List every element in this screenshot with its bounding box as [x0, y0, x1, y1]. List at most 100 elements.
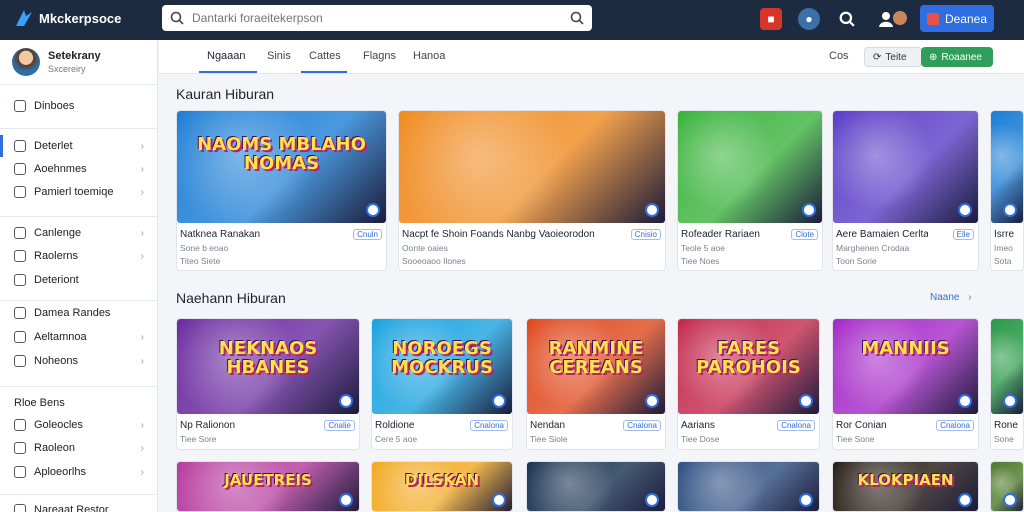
game-card[interactable]: Rone Sone — [990, 318, 1024, 450]
game-thumbnail[interactable] — [399, 111, 665, 223]
game-title[interactable]: Np Ralionon — [180, 420, 309, 431]
game-card[interactable]: FARES PAROHOIS Aarians Cnalona Tiee Dose — [677, 318, 820, 450]
game-thumbnail[interactable] — [678, 111, 822, 223]
play-icon[interactable] — [645, 394, 659, 408]
primary-pill[interactable]: ⊕ Roaanee — [921, 47, 993, 67]
play-icon[interactable] — [1003, 493, 1017, 507]
play-icon[interactable] — [645, 203, 659, 217]
sidebar-divider — [0, 216, 158, 217]
game-thumbnail[interactable] — [991, 462, 1023, 511]
game-title[interactable]: Rone — [994, 420, 1020, 431]
user-menu-icon[interactable] — [876, 8, 910, 30]
play-icon[interactable] — [958, 394, 972, 408]
game-card[interactable]: MANNIIS Ror Conian Cnalona Tiee Sone — [832, 318, 979, 450]
sidebar-item-icon — [14, 307, 26, 319]
game-card[interactable]: NOROEGS MOCKRUS Roldione Cnalona Cere 5 aoe — [371, 318, 513, 450]
notification-icon[interactable]: ■ — [760, 8, 782, 30]
sidebar-item-1[interactable]: Deterlet › — [0, 135, 158, 157]
app-logo[interactable]: Mkckerpsoce — [14, 8, 121, 28]
play-icon[interactable] — [802, 203, 816, 217]
game-thumbnail[interactable] — [678, 462, 819, 511]
tab-2[interactable]: Cattes — [309, 50, 341, 62]
tab-4[interactable]: Hanoa — [413, 50, 445, 62]
play-icon[interactable] — [1003, 203, 1017, 217]
game-title[interactable]: Roldione — [375, 420, 462, 431]
thumbnail-title: NAOMS MBLAHO NOMAS — [197, 133, 366, 174]
toolbar-text[interactable]: Cos — [829, 50, 849, 62]
play-icon[interactable] — [645, 493, 659, 507]
game-title[interactable]: Aarians — [681, 420, 769, 431]
game-thumbnail[interactable] — [527, 462, 665, 511]
play-icon[interactable] — [366, 203, 380, 217]
play-icon[interactable] — [958, 203, 972, 217]
game-card[interactable]: NEKNAOS HBANES Np Ralionon Cnalie Tiee Sore — [176, 318, 360, 450]
game-title[interactable]: Isrre — [994, 229, 1020, 240]
game-card[interactable] — [677, 461, 820, 512]
sidebar-item-9[interactable]: Noheons › — [0, 350, 158, 372]
play-icon[interactable] — [799, 394, 813, 408]
profile-card[interactable]: Setekrany Sxcereiry — [12, 48, 101, 76]
game-title[interactable]: Aere Bamaien Cerltan — [836, 229, 928, 240]
sidebar-item-8[interactable]: Aeltamnoa › — [0, 326, 158, 348]
game-thumbnail[interactable]: JAUETREIS — [177, 462, 359, 511]
play-icon[interactable] — [339, 394, 353, 408]
game-thumbnail[interactable]: NAOMS MBLAHO NOMAS — [177, 111, 386, 223]
tab-0[interactable]: Ngaaan — [207, 50, 246, 62]
play-icon[interactable] — [799, 493, 813, 507]
game-card[interactable]: NAOMS MBLAHO NOMAS Natknea Ranakan Cnuln So… — [176, 110, 387, 271]
tab-3[interactable]: Flagns — [363, 50, 396, 62]
game-card[interactable] — [526, 461, 666, 512]
game-thumbnail[interactable]: KLOKPIAEN — [833, 462, 978, 511]
search-bar[interactable] — [162, 5, 592, 31]
sidebar-item-13[interactable]: Aploeorlhs › — [0, 461, 158, 483]
game-thumbnail[interactable]: DILSKAN — [372, 462, 512, 511]
sidebar-item-11[interactable]: Goleocles › — [0, 414, 158, 436]
game-thumbnail[interactable]: FARES PAROHOIS — [678, 319, 819, 414]
game-card[interactable]: DILSKAN — [371, 461, 513, 512]
game-card[interactable]: KLOKPIAEN — [832, 461, 979, 512]
game-thumbnail[interactable]: NEKNAOS HBANES — [177, 319, 359, 414]
game-title[interactable]: Nendan — [530, 420, 615, 431]
tab-1[interactable]: Sinis — [267, 50, 291, 62]
top-action-button[interactable]: Deanea — [920, 5, 994, 32]
play-icon[interactable] — [492, 394, 506, 408]
game-card[interactable]: RANMINE CEREANS Nendan Cnalona Tiee Siole — [526, 318, 666, 450]
filter-pill[interactable]: ⟳ Teite — [864, 47, 922, 67]
search-top-icon[interactable] — [836, 8, 858, 30]
sidebar-item-10[interactable]: Rloe Bens — [0, 392, 158, 414]
game-title[interactable]: Nacpt fe Shoin Foands Nanbg Vaoieorodon — [402, 229, 615, 240]
game-card[interactable] — [990, 461, 1024, 512]
game-thumbnail[interactable]: NOROEGS MOCKRUS — [372, 319, 512, 414]
game-title[interactable]: Ror Conian — [836, 420, 928, 431]
play-icon[interactable] — [958, 493, 972, 507]
sidebar-item-6[interactable]: Deteriont — [0, 269, 158, 291]
search-submit-icon[interactable] — [570, 11, 584, 25]
game-card[interactable]: Aere Bamaien Cerltan Elle Marghenen Crodaa… — [832, 110, 979, 271]
game-title[interactable]: Rofeader Rariaen — [681, 229, 772, 240]
play-icon[interactable] — [1003, 394, 1017, 408]
search-input[interactable] — [192, 11, 562, 25]
see-more-link[interactable]: Naane › — [930, 292, 972, 303]
game-card[interactable]: Rofeader Rariaen Clote Teole 5 aoe Tiee Noe… — [677, 110, 823, 271]
game-thumbnail[interactable] — [833, 111, 978, 223]
sidebar-item-7[interactable]: Damea Randes — [0, 302, 158, 324]
game-card[interactable]: Nacpt fe Shoin Foands Nanbg Vaoieorodon C… — [398, 110, 666, 271]
game-card[interactable]: JAUETREIS — [176, 461, 360, 512]
sidebar-item-12[interactable]: Raoleon › — [0, 437, 158, 459]
game-thumbnail[interactable] — [991, 111, 1023, 223]
sidebar-item-0[interactable]: Dinboes — [0, 95, 158, 117]
game-card[interactable]: Isrre Imeo Sota — [990, 110, 1024, 271]
play-icon[interactable] — [492, 493, 506, 507]
sidebar-item-4[interactable]: Canlenge › — [0, 222, 158, 244]
avatar-icon[interactable]: ● — [798, 8, 820, 30]
game-thumbnail[interactable]: MANNIIS — [833, 319, 978, 414]
sidebar-item-3[interactable]: Pamierl toemiqe › — [0, 181, 158, 203]
game-thumbnail[interactable] — [991, 319, 1023, 414]
sidebar-item-14[interactable]: Nareaat Restor — [0, 499, 158, 512]
sidebar-item-icon — [14, 100, 26, 112]
game-title[interactable]: Natknea Ranakan — [180, 229, 336, 240]
sidebar-item-2[interactable]: Aoehnmes › — [0, 158, 158, 180]
sidebar-item-5[interactable]: Raolerns › — [0, 245, 158, 267]
game-thumbnail[interactable]: RANMINE CEREANS — [527, 319, 665, 414]
play-icon[interactable] — [339, 493, 353, 507]
